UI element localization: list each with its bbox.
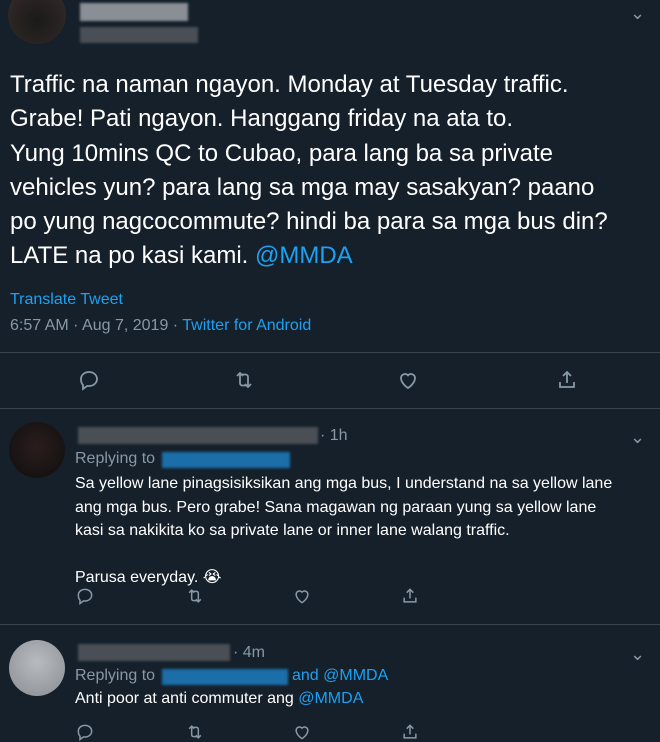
retweet-icon[interactable] (232, 368, 256, 392)
chevron-down-icon[interactable]: ⌄ (630, 4, 645, 22)
share-icon[interactable] (555, 368, 579, 392)
share-icon[interactable] (400, 722, 420, 742)
reply1-text: Sa yellow lane pinagsisiksikan ang mga b… (75, 475, 613, 586)
reply1-target-redacted[interactable] (162, 452, 290, 468)
divider (0, 624, 660, 625)
reply2-age[interactable]: · 4m (233, 644, 265, 662)
tweet-time[interactable]: 6:57 AM (10, 317, 69, 334)
chevron-down-icon[interactable]: ⌄ (630, 645, 645, 663)
retweet-icon[interactable] (185, 586, 205, 606)
tweet-meta: 6:57 AM · Aug 7, 2019 · Twitter for Andr… (10, 317, 312, 334)
author-handle-redacted[interactable] (80, 27, 198, 43)
tweet-date[interactable]: Aug 7, 2019 (82, 317, 168, 334)
reply2-name-redacted[interactable] (78, 644, 230, 661)
tweet-text: Traffic na naman ngayon. Monday at Tuesd… (10, 71, 608, 270)
reply1-age[interactable]: · 1h (320, 427, 348, 445)
heart-icon[interactable] (292, 722, 312, 742)
replying-to-label: Replying to (75, 667, 156, 684)
reply2-avatar[interactable] (9, 640, 65, 696)
reply2-text: Anti poor at anti commuter ang @MMDA (75, 690, 364, 707)
reply2-target-redacted[interactable] (162, 669, 288, 685)
tweet-source[interactable]: Twitter for Android (182, 317, 311, 334)
crying-face-emoji: 😭 (202, 569, 222, 586)
reply1-avatar[interactable] (9, 422, 65, 478)
translate-tweet-link[interactable]: Translate Tweet (10, 291, 123, 309)
author-avatar[interactable] (8, 0, 66, 44)
heart-icon[interactable] (292, 586, 312, 606)
retweet-icon[interactable] (185, 722, 205, 742)
author-name-redacted[interactable] (80, 3, 188, 21)
mention-link[interactable]: @MMDA (298, 690, 363, 707)
reply2-mentions[interactable]: and @MMDA (292, 667, 388, 685)
divider (0, 352, 660, 353)
reply1-name-redacted[interactable] (78, 427, 318, 444)
heart-icon[interactable] (396, 368, 420, 392)
reply-icon[interactable] (75, 722, 95, 742)
share-icon[interactable] (400, 586, 420, 606)
divider (0, 408, 660, 409)
replying-to-label: Replying to (75, 450, 156, 467)
reply-icon[interactable] (75, 586, 95, 606)
chevron-down-icon[interactable]: ⌄ (630, 428, 645, 446)
reply-icon[interactable] (77, 368, 101, 392)
mention-link[interactable]: @MMDA (255, 242, 353, 269)
